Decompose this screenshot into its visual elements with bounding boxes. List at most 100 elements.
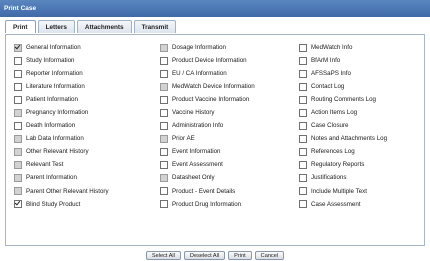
option-label: Parent Information — [26, 174, 77, 182]
option-relevant-test: Relevant Test — [14, 158, 160, 171]
option-notes-and-attachments-log[interactable]: Notes and Attachments Log — [299, 132, 430, 145]
option-regulatory-reports[interactable]: Regulatory Reports — [299, 158, 430, 171]
option-label: General Information — [26, 44, 81, 52]
option-dosage-information: Dosage Information — [160, 41, 299, 54]
checkbox-blind-study-product[interactable] — [14, 200, 22, 209]
checkbox-product-vaccine-information[interactable] — [160, 95, 168, 104]
checkbox-case-closure[interactable] — [299, 121, 307, 130]
checkbox-event-information[interactable] — [160, 147, 168, 156]
checkbox-product-device-information[interactable] — [160, 56, 168, 65]
option-label: Parent Other Relevant History — [26, 187, 109, 195]
option-label: Prior AE — [172, 135, 195, 143]
option-product-event-details[interactable]: Product - Event Details — [160, 185, 299, 198]
option-label: Product - Event Details — [172, 187, 236, 195]
option-action-items-log[interactable]: Action Items Log — [299, 106, 430, 119]
option-label: Study Information — [26, 57, 75, 65]
option-death-information[interactable]: Death Information — [14, 119, 160, 132]
checkbox-administration-info[interactable] — [160, 121, 168, 130]
checkbox-datasheet-only — [160, 173, 168, 182]
option-literature-information[interactable]: Literature Information — [14, 80, 160, 93]
option-label: Pregnancy Information — [26, 109, 89, 117]
option-vaccine-history[interactable]: Vaccine History — [160, 106, 299, 119]
checkbox-study-information[interactable] — [14, 56, 22, 65]
option-label: Datasheet Only — [172, 174, 215, 182]
option-datasheet-only: Datasheet Only — [160, 171, 299, 184]
option-label: Reporter Information — [26, 70, 83, 78]
checkbox-product-event-details[interactable] — [160, 187, 168, 196]
option-label: MedWatch Info — [311, 44, 353, 52]
option-label: Blind Study Product — [26, 200, 81, 208]
checkbox-prior-ae — [160, 134, 168, 143]
option-eu-ca-information[interactable]: EU / CA Information — [160, 67, 299, 80]
option-other-relevant-history: Other Relevant History — [14, 145, 160, 158]
option-label: Case Closure — [311, 122, 349, 130]
checkbox-regulatory-reports[interactable] — [299, 160, 307, 169]
option-include-multiple-text[interactable]: Include Multiple Text — [299, 185, 430, 198]
option-afssaps-info[interactable]: AFSSaPS Info — [299, 67, 430, 80]
checkbox-literature-information[interactable] — [14, 82, 22, 91]
option-references-log[interactable]: References Log — [299, 145, 430, 158]
checkbox-reporter-information[interactable] — [14, 69, 22, 78]
option-product-drug-information[interactable]: Product Drug Information — [160, 198, 299, 211]
option-pregnancy-information: Pregnancy Information — [14, 106, 160, 119]
checkbox-afssaps-info[interactable] — [299, 69, 307, 78]
option-administration-info[interactable]: Administration Info — [160, 119, 299, 132]
option-label: Routing Comments Log — [311, 96, 377, 104]
option-study-information[interactable]: Study Information — [14, 54, 160, 67]
checkbox-medwatch-info[interactable] — [299, 43, 307, 52]
checkbox-vaccine-history[interactable] — [160, 108, 168, 117]
option-product-device-information[interactable]: Product Device Information — [160, 54, 299, 67]
checkbox-action-items-log[interactable] — [299, 108, 307, 117]
button-bar: Select All Deselect All Print Cancel — [0, 251, 430, 261]
option-label: Product Drug Information — [172, 200, 242, 208]
checkbox-dosage-information — [160, 43, 168, 52]
checkbox-routing-comments-log[interactable] — [299, 95, 307, 104]
option-label: BfArM Info — [311, 57, 341, 65]
checkbox-death-information[interactable] — [14, 121, 22, 130]
checkbox-other-relevant-history — [14, 147, 22, 156]
option-event-assessment[interactable]: Event Assessment — [160, 158, 299, 171]
select-all-button[interactable]: Select All — [145, 251, 181, 260]
option-case-assessment[interactable]: Case Assessment — [299, 198, 430, 211]
option-label: AFSSaPS Info — [311, 70, 351, 78]
tab-attachments[interactable]: Attachments — [76, 20, 132, 33]
checkbox-notes-and-attachments-log[interactable] — [299, 134, 307, 143]
checkbox-bfarm-info[interactable] — [299, 56, 307, 65]
checkbox-include-multiple-text[interactable] — [299, 187, 307, 196]
option-label: Lab Data Information — [26, 135, 84, 143]
checkbox-references-log[interactable] — [299, 147, 307, 156]
option-patient-information[interactable]: Patient Information — [14, 93, 160, 106]
tab-print[interactable]: Print — [5, 20, 36, 33]
option-label: Death Information — [26, 122, 76, 130]
deselect-all-button[interactable]: Deselect All — [183, 251, 226, 260]
option-medwatch-info[interactable]: MedWatch Info — [299, 41, 430, 54]
option-label: Event Assessment — [172, 161, 223, 169]
option-case-closure[interactable]: Case Closure — [299, 119, 430, 132]
option-label: MedWatch Device Information — [172, 83, 255, 91]
option-label: Regulatory Reports — [311, 161, 365, 169]
checkbox-general-information — [14, 43, 22, 52]
checkbox-contact-log[interactable] — [299, 82, 307, 91]
checkbox-lab-data-information — [14, 134, 22, 143]
option-bfarm-info[interactable]: BfArM Info — [299, 54, 430, 67]
checkbox-eu-ca-information[interactable] — [160, 69, 168, 78]
checkbox-product-drug-information[interactable] — [160, 200, 168, 209]
checkbox-patient-information[interactable] — [14, 95, 22, 104]
option-label: Case Assessment — [311, 200, 361, 208]
print-button[interactable]: Print — [228, 251, 252, 260]
checkbox-justifications[interactable] — [299, 173, 307, 182]
option-routing-comments-log[interactable]: Routing Comments Log — [299, 93, 430, 106]
checkbox-event-assessment[interactable] — [160, 160, 168, 169]
option-label: Administration Info — [172, 122, 224, 130]
option-label: Product Device Information — [172, 57, 247, 65]
cancel-button[interactable]: Cancel — [254, 251, 285, 260]
tab-transmit[interactable]: Transmit — [133, 20, 177, 33]
tab-letters[interactable]: Letters — [37, 20, 75, 33]
option-event-information[interactable]: Event Information — [160, 145, 299, 158]
option-contact-log[interactable]: Contact Log — [299, 80, 430, 93]
option-product-vaccine-information[interactable]: Product Vaccine Information — [160, 93, 299, 106]
checkbox-case-assessment[interactable] — [299, 200, 307, 209]
option-justifications[interactable]: Justifications — [299, 171, 430, 184]
option-reporter-information[interactable]: Reporter Information — [14, 67, 160, 80]
option-blind-study-product[interactable]: Blind Study Product — [14, 198, 160, 211]
